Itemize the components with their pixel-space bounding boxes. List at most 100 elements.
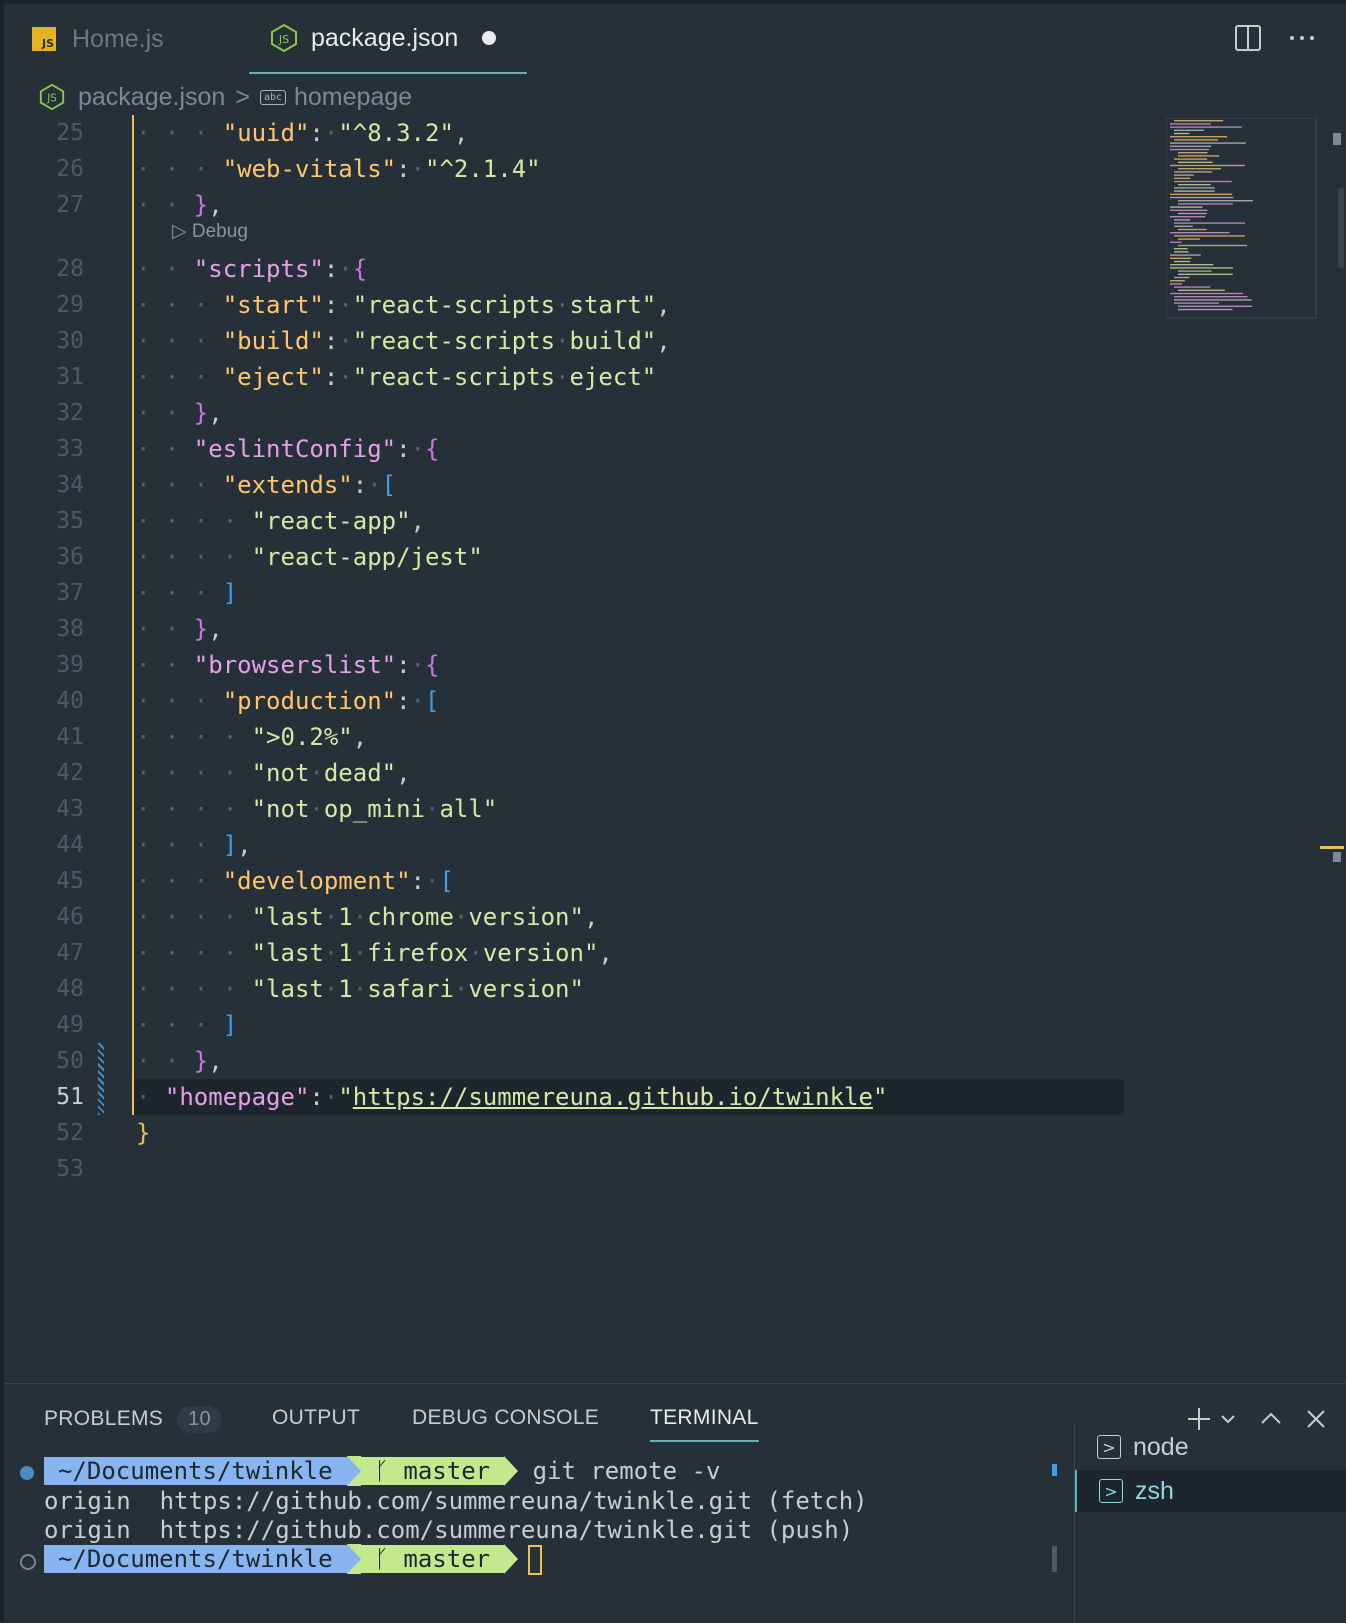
token: · · · · [136, 507, 252, 535]
minimap-line [1178, 244, 1248, 247]
line-number: 35 [56, 508, 84, 534]
token: · [555, 327, 570, 355]
code-editor[interactable]: ▷ Debug 25 · · · "uuid":·"^8.3.2", 26 · · ·… [4, 115, 1164, 1383]
code-line[interactable]: 40 · · · "production":·[ [4, 683, 1164, 719]
code-text: · · }, [136, 395, 223, 431]
scrollbar-thumb[interactable] [1338, 188, 1344, 268]
code-text: · · · · "not·op_mini·all" [136, 791, 497, 827]
code-text: · · "browserslist":·{ [136, 647, 439, 683]
code-text: · · · · "react-app/jest" [136, 539, 483, 575]
token: · · · · [136, 723, 252, 751]
code-text: · · · · "last·1·firefox·version", [136, 935, 613, 971]
code-text: · · · "web-vitals":·"^2.1.4" [136, 151, 541, 187]
code-line[interactable]: 36 · · · · "react-app/jest" [4, 539, 1164, 575]
command-success-decoration[interactable] [20, 1466, 34, 1480]
token: · [453, 975, 469, 1003]
token: · [323, 1083, 339, 1111]
code-line[interactable]: 50 · · }, [4, 1043, 1164, 1079]
terminal-item-zsh[interactable]: > zsh [1075, 1470, 1346, 1512]
code-line[interactable]: 49 · · · ] [4, 1007, 1164, 1043]
code-line[interactable]: 53 [4, 1151, 1164, 1187]
token: "build" [222, 327, 324, 355]
minimap-line [1170, 257, 1192, 259]
code-line[interactable]: 25 · · · "uuid":·"^8.3.2", [4, 115, 1164, 151]
tab-home-js[interactable]: JS Home.js [28, 4, 164, 74]
token: · [323, 939, 339, 967]
code-line[interactable]: 43 · · · · "not·op_mini·all" [4, 791, 1164, 827]
code-text: · · · "extends":·[ [136, 467, 396, 503]
code-line[interactable]: 29 · · · "start":·"react-scripts·start", [4, 287, 1164, 323]
token: · [410, 651, 425, 679]
command-pending-decoration[interactable] [20, 1554, 36, 1570]
code-line[interactable]: 27 · · }, [4, 187, 1164, 223]
code-line[interactable]: 28 · · "scripts":·{ [4, 251, 1164, 287]
code-line[interactable]: 44 · · · ], [4, 827, 1164, 863]
terminal-item-node[interactable]: > node [1075, 1426, 1346, 1468]
minimap-line [1178, 155, 1220, 157]
editor-scrollbar[interactable] [1336, 118, 1346, 1383]
breadcrumb: JS package.json > abc homepage [38, 80, 412, 114]
code-line[interactable]: 35 · · · · "react-app", [4, 503, 1164, 539]
breadcrumb-symbol[interactable]: homepage [294, 83, 412, 112]
token: , [208, 399, 223, 427]
split-editor-icon[interactable] [1234, 24, 1262, 52]
code-text: · · · · ">0.2%", [136, 719, 367, 755]
line-number: 52 [56, 1120, 84, 1146]
token: build" [569, 327, 657, 355]
code-line[interactable]: 34 · · · "extends":·[ [4, 467, 1164, 503]
code-line[interactable]: 31 · · · "eject":·"react-scripts·eject" [4, 359, 1164, 395]
breadcrumb-file[interactable]: package.json [78, 83, 225, 112]
code-line[interactable]: 38 · · }, [4, 611, 1164, 647]
minimap[interactable] [1166, 118, 1326, 328]
token: : [396, 687, 411, 715]
code-line[interactable]: 41 · · · · ">0.2%", [4, 719, 1164, 755]
token: · [555, 363, 570, 391]
code-line[interactable]: 48 · · · · "last·1·safari·version" [4, 971, 1164, 1007]
minimap-viewport[interactable] [1166, 118, 1317, 319]
line-number: 40 [56, 688, 84, 714]
token: : [410, 867, 425, 895]
token: "extends" [222, 471, 353, 499]
token: "uuid" [222, 119, 310, 147]
minimap-line [1178, 238, 1200, 240]
terminal-output-line: origin https://github.com/summereuna/twi… [44, 1516, 854, 1544]
code-line[interactable]: 51 · "homepage":·"https://summereuna.gith… [4, 1079, 1164, 1115]
code-line[interactable]: 46 · · · · "last·1·chrome·version", [4, 899, 1164, 935]
tab-package-json[interactable]: JS package.json [249, 4, 527, 74]
code-text: · · · "eject":·"react-scripts·eject" [136, 359, 656, 395]
code-line[interactable]: 52} [4, 1115, 1164, 1151]
token: "browserslist" [193, 651, 397, 679]
unsaved-indicator[interactable] [482, 31, 497, 45]
code-line[interactable]: 37 · · · ] [4, 575, 1164, 611]
terminal-output-line: origin https://github.com/summereuna/twi… [44, 1487, 868, 1515]
url-link[interactable]: https://summereuna.github.io/twinkle [353, 1083, 873, 1111]
terminal-scrollbar[interactable] [1052, 1546, 1057, 1572]
line-number: 28 [56, 256, 84, 282]
code-line[interactable]: 39 · · "browserslist":·{ [4, 647, 1164, 683]
line-number: 39 [56, 652, 84, 678]
code-line[interactable]: 26 · · · "web-vitals":·"^2.1.4" [4, 151, 1164, 187]
code-line[interactable]: 30 · · · "build":·"react-scripts·build", [4, 323, 1164, 359]
minimap-line [1170, 126, 1242, 128]
more-actions-icon[interactable] [1288, 24, 1316, 52]
minimap-line [1178, 203, 1233, 205]
code-line[interactable]: 45 · · · "development":·[ [4, 863, 1164, 899]
minimap-line [1178, 270, 1212, 272]
tab-label: PROBLEMS [44, 1407, 164, 1430]
code-line[interactable]: 47 · · · · "last·1·firefox·version", [4, 935, 1164, 971]
minimap-line [1174, 158, 1208, 160]
token: · · · · [136, 975, 252, 1003]
tab-debug-console[interactable]: DEBUG CONSOLE [412, 1406, 599, 1430]
minimap-line [1174, 132, 1190, 135]
code-line[interactable]: 42 · · · · "not·dead", [4, 755, 1164, 791]
tab-output[interactable]: OUTPUT [272, 1406, 360, 1430]
token: , [396, 759, 411, 787]
token: : [396, 435, 411, 463]
tab-problems[interactable]: PROBLEMS 10 [44, 1406, 222, 1433]
token: dead" [323, 759, 397, 787]
terminal-output[interactable]: ~/Documents/twinkle ᚴ master git remote -… [4, 1434, 1074, 1614]
minimap-line [1174, 302, 1219, 304]
code-line[interactable]: 33 · · "eslintConfig":·{ [4, 431, 1164, 467]
code-line[interactable]: 32 · · }, [4, 395, 1164, 431]
modified-gutter-marker[interactable] [98, 1043, 104, 1115]
